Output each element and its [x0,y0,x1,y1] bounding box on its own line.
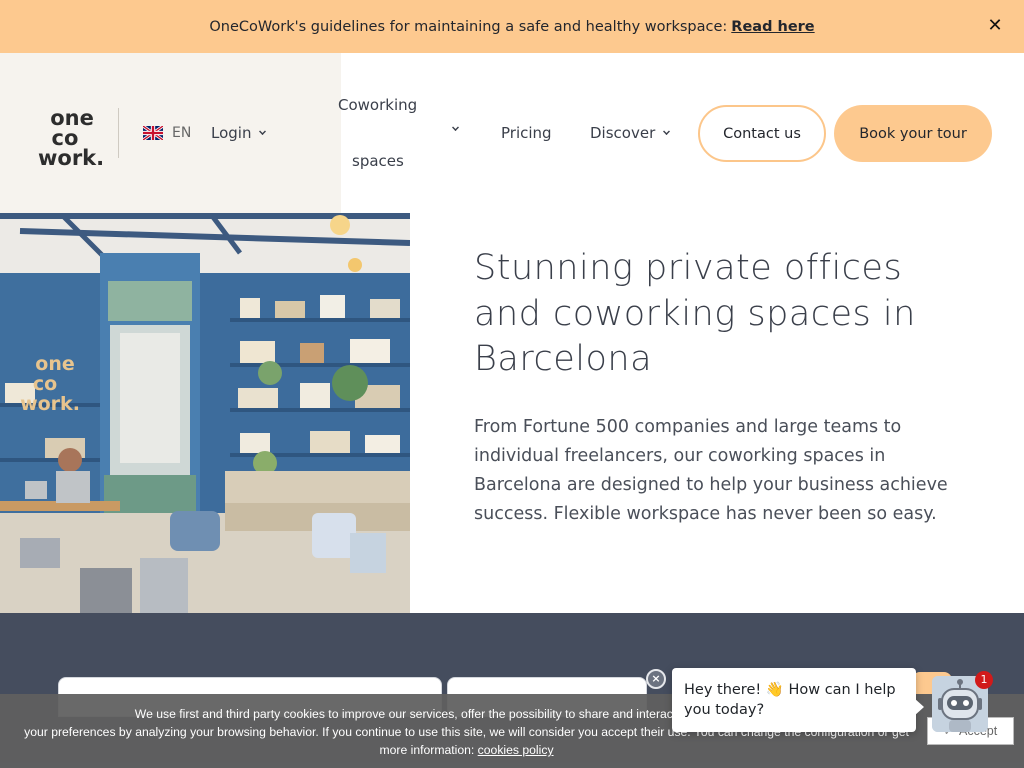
hero-image: one co work. [0,213,410,613]
hero-title: Stunning private offices and coworking s… [474,248,916,379]
close-icon[interactable]: ✕ [986,17,1004,35]
nav-coworking-spaces[interactable]: Coworking [338,96,417,114]
chevron-down-icon [259,127,267,135]
language-label: EN [172,125,192,141]
login-menu[interactable]: Login [211,124,267,142]
uk-flag-icon [143,126,163,140]
logo-line-3: work. [38,146,105,170]
book-tour-button[interactable]: Book your tour [834,105,992,162]
logo[interactable]: one co work. [38,106,105,170]
read-here-link[interactable]: Read here [731,19,814,35]
contact-us-button[interactable]: Contact us [698,105,826,162]
cookies-policy-link[interactable]: cookies policy [478,743,554,757]
nav-discover[interactable]: Discover [590,124,671,142]
close-icon[interactable]: × [646,669,666,689]
cookie-text-line-3: more information: cookies policy [14,741,919,759]
unread-badge: 1 [975,671,993,689]
logo-line-2: co [51,126,79,150]
nav-coworking-spaces-line2[interactable]: spaces [352,152,404,170]
image-sign-line-1: one [35,353,74,375]
logo-line-1: one [50,106,94,130]
chevron-down-icon[interactable] [452,124,459,131]
login-label: Login [211,124,252,142]
nav-discover-label: Discover [590,124,656,142]
chat-message-bubble[interactable]: Hey there! 👋 How can I help you today? [672,668,916,732]
chevron-down-icon [663,127,671,135]
nav-pricing[interactable]: Pricing [501,124,552,142]
language-selector[interactable]: EN [143,125,191,141]
announcement-text: OneCoWork's guidelines for maintaining a… [209,18,728,35]
header-divider [118,108,119,158]
image-sign-line-2: co [33,373,57,395]
chat-bubble-tail [914,698,924,716]
announcement-bar: OneCoWork's guidelines for maintaining a… [0,0,1024,53]
cookie-text-prefix: more information: [379,743,475,757]
hero-description: From Fortune 500 companies and large tea… [474,417,948,524]
office-photo: one co work. [0,213,410,613]
image-sign-line-3: work. [20,393,80,415]
